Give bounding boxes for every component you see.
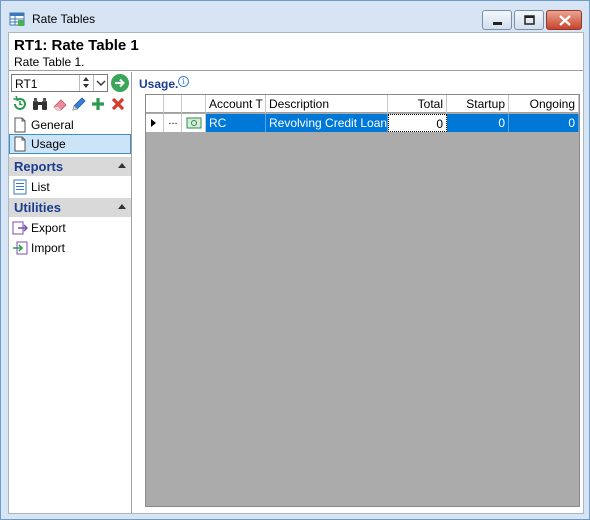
- window-title: Rate Tables: [32, 12, 96, 26]
- export-icon: [12, 221, 28, 235]
- nav-item-general[interactable]: General: [9, 115, 131, 135]
- nav-item-import[interactable]: Import: [9, 238, 131, 258]
- usage-pane: Usage. i Account T Description Total Sta…: [133, 72, 583, 513]
- grid-header: Account T Description Total Startup Ongo…: [146, 95, 579, 113]
- current-row-arrow-icon: [151, 119, 156, 127]
- dropdown-button[interactable]: [93, 75, 107, 91]
- nav-item-usage-label: Usage: [31, 137, 66, 151]
- nav-item-usage[interactable]: Usage: [9, 134, 131, 154]
- close-button[interactable]: [546, 10, 582, 30]
- nav-item-list-label: List: [31, 180, 50, 194]
- rate-tables-window: Rate Tables RT1: Rate Table 1 Rate Table…: [0, 0, 590, 520]
- left-nav-pane: RT1 General Usage Reports List Utilities…: [9, 72, 132, 513]
- minimize-button[interactable]: [482, 10, 512, 30]
- row-selector[interactable]: [146, 114, 164, 132]
- table-row[interactable]: ... RC Revolving Credit Loan 0 0 0: [146, 114, 579, 132]
- cell-startup[interactable]: 0: [447, 114, 509, 132]
- document-icon: [14, 117, 26, 133]
- table-app-icon: [9, 12, 25, 26]
- cell-description[interactable]: Revolving Credit Loan: [266, 114, 388, 132]
- column-header-startup[interactable]: Startup: [447, 95, 509, 113]
- list-icon: [13, 179, 27, 195]
- nav-toolbar: [11, 95, 131, 113]
- chevron-down-icon: [96, 80, 106, 86]
- ellipsis-column-header: [164, 95, 182, 113]
- spin-buttons[interactable]: [79, 75, 93, 91]
- column-header-account-type[interactable]: Account T: [206, 95, 266, 113]
- row-icon-cell[interactable]: [182, 114, 206, 132]
- close-icon: [559, 15, 571, 26]
- add-icon[interactable]: [89, 95, 107, 113]
- history-icon[interactable]: [11, 95, 29, 113]
- section-reports[interactable]: Reports: [9, 157, 131, 176]
- collapse-icon[interactable]: [118, 204, 126, 209]
- maximize-button[interactable]: [514, 10, 544, 30]
- page-subtitle: Rate Table 1.: [14, 55, 85, 69]
- collapse-icon[interactable]: [118, 163, 126, 168]
- binoculars-icon[interactable]: [31, 95, 49, 113]
- client-area: RT1: Rate Table 1 Rate Table 1. RT1 Gene…: [8, 32, 584, 514]
- info-icon[interactable]: i: [178, 76, 189, 87]
- page-title: RT1: Rate Table 1: [14, 37, 139, 54]
- usage-title: Usage.: [139, 77, 179, 91]
- column-header-description[interactable]: Description: [266, 95, 388, 113]
- money-icon: [186, 117, 202, 129]
- import-icon: [13, 241, 28, 255]
- section-utilities[interactable]: Utilities: [9, 198, 131, 217]
- arrow-right-icon: [115, 78, 125, 88]
- delete-icon[interactable]: [109, 95, 127, 113]
- spin-up-icon[interactable]: [83, 77, 89, 81]
- section-utilities-label: Utilities: [14, 200, 61, 215]
- eraser-icon[interactable]: [51, 95, 69, 113]
- rate-table-selector[interactable]: RT1: [11, 74, 108, 92]
- nav-item-export-label: Export: [31, 221, 66, 235]
- nav-item-import-label: Import: [31, 241, 66, 255]
- cell-account-type[interactable]: RC: [206, 114, 266, 132]
- icon-column-header: [182, 95, 206, 113]
- selector-value: RT1: [15, 77, 38, 91]
- column-header-ongoing[interactable]: Ongoing: [509, 95, 579, 113]
- usage-grid[interactable]: Account T Description Total Startup Ongo…: [145, 94, 580, 507]
- ellipsis-button[interactable]: ...: [164, 114, 182, 132]
- nav-item-export[interactable]: Export: [9, 218, 131, 238]
- title-bar[interactable]: Rate Tables: [1, 1, 589, 33]
- cell-ongoing[interactable]: 0: [509, 114, 579, 132]
- go-button[interactable]: [111, 74, 129, 92]
- pencil-icon[interactable]: [70, 95, 88, 113]
- section-reports-label: Reports: [14, 159, 64, 174]
- cell-total[interactable]: 0: [388, 114, 447, 132]
- minimize-icon: [493, 22, 502, 25]
- document-icon: [14, 136, 26, 152]
- maximize-icon: [524, 15, 535, 25]
- spin-down-icon[interactable]: [83, 84, 89, 88]
- nav-item-list[interactable]: List: [9, 177, 131, 197]
- row-header-corner: [146, 95, 164, 113]
- record-header: RT1: Rate Table 1 Rate Table 1.: [9, 33, 583, 71]
- column-header-total[interactable]: Total: [388, 95, 447, 113]
- ellipsis-label: ...: [168, 115, 178, 127]
- nav-item-general-label: General: [31, 118, 74, 132]
